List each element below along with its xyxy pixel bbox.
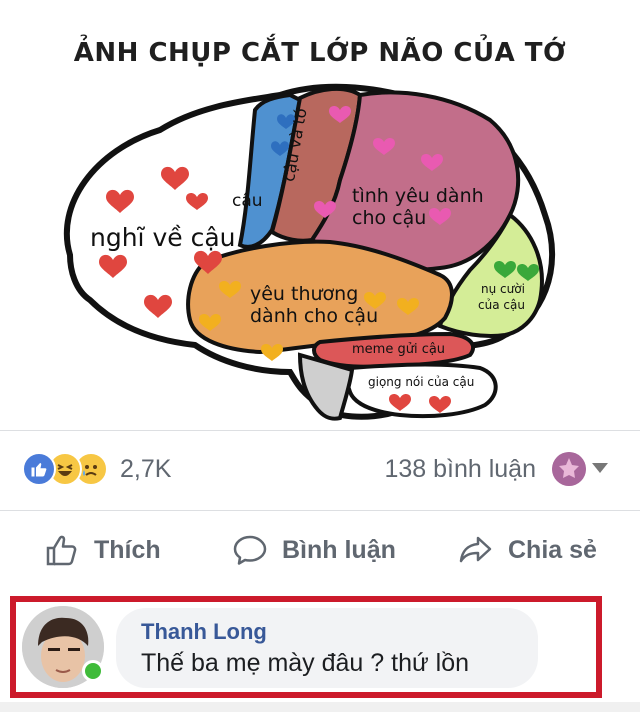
comment-author[interactable]: Thanh Long [141,619,267,645]
region-label-nghi-ve-cau: nghĩ về cậu [90,223,236,252]
next-comment-strip [0,702,640,712]
share-button-label: Chia sẻ [508,535,597,564]
post-image[interactable]: ẢNH CHỤP CẮT LỚP NÃO CỦA TỚ nghĩ về cậu … [0,0,640,428]
brain-illustration [63,83,556,421]
region-label-cau: cậu [232,191,263,211]
like-button-label: Thích [94,535,161,564]
like-icon [22,452,56,486]
like-button[interactable]: Thích [44,527,161,573]
region-label-yeu-thuong-1: yêu thương [250,283,359,305]
region-label-meme-gui-cau: meme gửi cậu [352,342,446,357]
chevron-down-icon[interactable] [592,463,608,473]
share-button[interactable]: Chia sẻ [458,527,597,573]
region-label-tinh-yeu-1: tình yêu dành [352,185,484,207]
region-label-tinh-yeu-2: cho cậu [352,207,427,229]
comment-text: Thế ba mẹ mày đâu ? thứ lồn [141,649,470,677]
post-action-bar: Thích Bình luận Chia sẻ [0,527,640,573]
region-label-nu-cuoi-2: của cậu [478,298,525,312]
viewer-avatar[interactable] [552,452,586,486]
post-divider [0,430,640,431]
region-label-yeu-thuong-2: dành cho cậu [250,305,379,327]
comment-button[interactable]: Bình luận [232,527,396,573]
comments-count[interactable]: 138 bình luận [384,455,536,484]
comment-icon [233,535,267,565]
share-icon [459,536,492,563]
comment-button-label: Bình luận [282,535,396,564]
reaction-count: 2,7K [120,454,172,483]
thumbs-up-icon [46,535,77,566]
reaction-summary[interactable]: 2,7K [22,451,171,487]
online-status-indicator [82,660,104,682]
reactions-divider [0,510,640,511]
region-label-giong-noi: giọng nói của cậu [368,375,475,389]
region-label-nu-cuoi-1: nụ cười [481,282,525,296]
